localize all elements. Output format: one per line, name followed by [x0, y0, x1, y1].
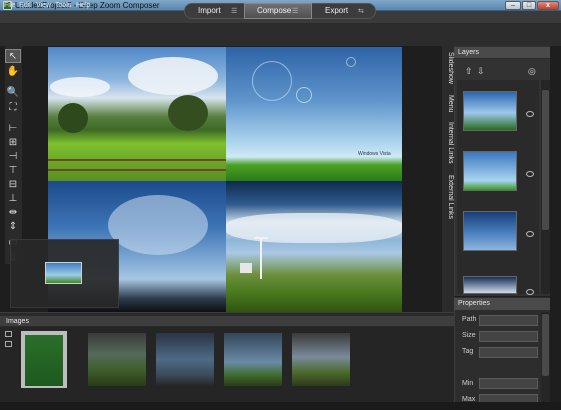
tag-field[interactable]	[479, 347, 538, 358]
tab-slideshow[interactable]: Slideshow	[443, 52, 454, 84]
hand-icon[interactable]: ✋	[5, 65, 21, 79]
align-bottom-icon[interactable]: ⊥	[5, 192, 21, 206]
layer-visibility-icon[interactable]	[526, 231, 534, 237]
path-field[interactable]	[479, 315, 538, 326]
mode-bar	[0, 24, 561, 46]
layer-visibility-icon[interactable]	[526, 111, 534, 117]
dragged-image-thumbnail[interactable]	[45, 262, 82, 284]
pointer-icon[interactable]: ↖	[5, 49, 21, 63]
compose-icon: ☰	[292, 8, 299, 15]
move-layer-up-icon[interactable]: ⇧	[465, 66, 473, 77]
import-icon: ☰	[231, 8, 238, 15]
menu-edit[interactable]: Edit	[19, 2, 31, 9]
zoom-icon[interactable]: 🔍	[5, 86, 21, 100]
size-field[interactable]	[479, 331, 538, 342]
align-right-icon[interactable]: ⊣	[5, 150, 21, 164]
align-left-icon[interactable]: ⊢	[5, 122, 21, 136]
layer-visibility-icon[interactable]	[526, 171, 534, 177]
menu-view[interactable]: View	[36, 2, 51, 9]
visibility-all-icon[interactable]: ◎	[528, 66, 536, 77]
align-center-icon[interactable]: ⊞	[5, 136, 21, 150]
align-top-icon[interactable]: ⊤	[5, 164, 21, 178]
photo-bubbles[interactable]: Windows Vista	[226, 47, 402, 181]
tab-menu[interactable]: Menu	[443, 95, 454, 113]
bubbles-watermark: Windows Vista	[358, 151, 391, 157]
layer-thumb-turbines[interactable]	[463, 276, 517, 294]
tab-external-links[interactable]: External Links	[443, 175, 454, 219]
export-icon: ⇆	[358, 8, 364, 15]
menu-tools[interactable]: Tools	[55, 2, 71, 9]
minimize-button[interactable]: –	[505, 1, 521, 10]
mode-export-button[interactable]: Export	[325, 3, 348, 19]
properties-title: Properties	[458, 300, 490, 307]
image-thumb-2[interactable]	[88, 333, 146, 386]
images-title: Images	[6, 318, 29, 325]
mode-import-button[interactable]: Import	[198, 3, 221, 19]
layer-thumb-bubbles[interactable]	[463, 151, 517, 191]
align-middle-icon[interactable]: ⊟	[5, 178, 21, 192]
size-label: Size	[462, 332, 476, 339]
grid-view-icon[interactable]	[5, 341, 12, 347]
tag-label: Tag	[462, 348, 474, 355]
photo-landscape[interactable]	[48, 47, 226, 181]
properties-scroll-thumb[interactable]	[542, 314, 549, 376]
tab-internal-links[interactable]: Internal Links	[443, 122, 454, 164]
layers-title: Layers	[458, 49, 480, 56]
distribute-vertical-icon[interactable]: ⇕	[5, 220, 21, 234]
list-view-icon[interactable]	[5, 331, 12, 337]
photo-turbines[interactable]	[226, 181, 402, 312]
layers-scroll-thumb[interactable]	[542, 90, 549, 230]
min-field[interactable]	[479, 378, 538, 389]
image-thumb-3[interactable]	[156, 333, 214, 386]
close-button[interactable]: x	[537, 1, 559, 10]
image-thumb-5[interactable]	[292, 333, 350, 386]
distribute-horizontal-icon[interactable]: ⇹	[5, 206, 21, 220]
maximize-button[interactable]: □	[522, 1, 536, 10]
fit-icon[interactable]: ⛶	[5, 101, 21, 115]
path-label: Path	[462, 316, 477, 323]
min-label: Min	[462, 380, 474, 387]
layer-thumb-sky-city[interactable]	[463, 91, 517, 131]
menu-help[interactable]: Help	[76, 2, 90, 9]
layer-visibility-icon[interactable]	[526, 289, 534, 295]
move-layer-down-icon[interactable]: ⇩	[477, 66, 485, 77]
image-thumb-1[interactable]	[25, 335, 63, 386]
layer-thumb-cloud-sky[interactable]	[463, 211, 517, 251]
menu-file[interactable]: File	[4, 2, 15, 9]
images-header	[0, 316, 454, 327]
mode-compose-button[interactable]: Compose	[257, 3, 291, 19]
image-thumb-4[interactable]	[224, 333, 282, 386]
status-bar	[0, 402, 561, 410]
